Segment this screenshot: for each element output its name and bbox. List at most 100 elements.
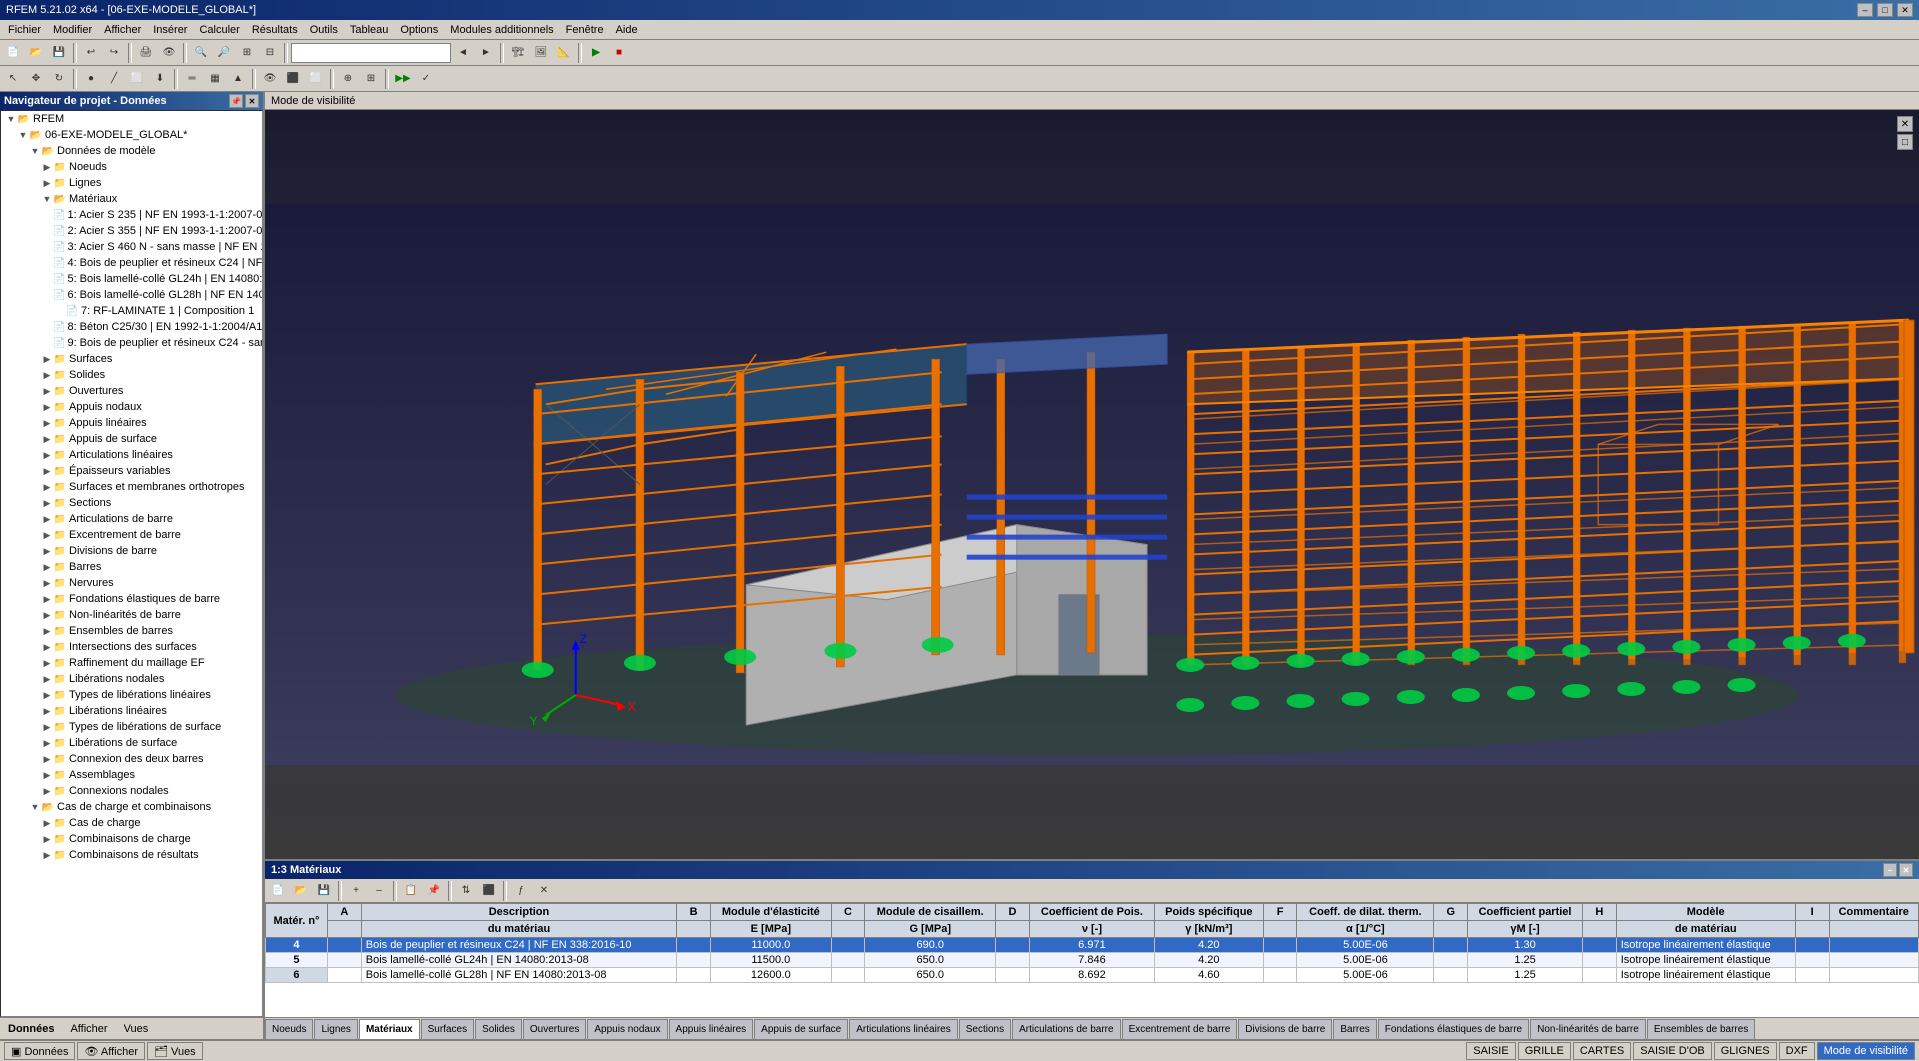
bottom-tab-lignes[interactable]: Lignes [314,1019,357,1039]
status-donnees[interactable]: ▣ Données [4,1042,75,1060]
status-vues[interactable]: 🗂 Vues [147,1042,203,1060]
data-table-wrapper[interactable]: Matér. n° A Description B Module d'élast… [265,903,1919,1017]
status-dxf[interactable]: DXF [1779,1042,1815,1060]
menu-calculer[interactable]: Calculer [193,20,245,40]
tree-node-mat2[interactable]: 📄2: Acier S 355 | NF EN 1993-1-1:2007-05 [1,223,262,239]
bottom-tab-articulations-de-barre[interactable]: Articulations de barre [1012,1019,1121,1039]
tree-node-noeuds[interactable]: ▶📁Noeuds [1,159,262,175]
bottom-tab-sections[interactable]: Sections [959,1019,1011,1039]
tbl-save-btn[interactable]: 💾 [313,880,335,902]
tb-3d-btn[interactable]: 🏗 [507,42,529,64]
status-saisiedob[interactable]: SAISIE D'OB [1633,1042,1711,1060]
tb-render-btn[interactable]: 🖼 [530,42,552,64]
tb2-section-btn[interactable]: ═ [181,68,203,90]
bottom-tab-surfaces[interactable]: Surfaces [421,1019,474,1039]
tb-zoom-all-btn[interactable]: ⊞ [236,42,258,64]
status-mode-visibilite[interactable]: Mode de visibilité [1817,1042,1915,1060]
tb2-grid-btn[interactable]: ⊞ [360,68,382,90]
tree-node-raffinement[interactable]: ▶📁Raffinement du maillage EF [1,655,262,671]
tb-zoom-win-btn[interactable]: ⊟ [259,42,281,64]
tree-node-nervures[interactable]: ▶📁Nervures [1,575,262,591]
tb-undo-btn[interactable]: ↩ [80,42,102,64]
minimize-btn[interactable]: – [1857,3,1873,17]
nav-tab-donnees[interactable]: Données [4,1021,58,1037]
tb-save-btn[interactable]: 💾 [48,42,70,64]
tree-node-barres[interactable]: ▶📁Barres [1,559,262,575]
status-grille[interactable]: GRILLE [1518,1042,1571,1060]
tree-node-mat7[interactable]: 📄7: RF-LAMINATE 1 | Composition 1 [1,303,262,319]
tbl-copy-btn[interactable]: 📋 [400,880,422,902]
tbl-expr-btn[interactable]: ✕ [533,880,555,902]
bottom-tab-excentrement-de-barre[interactable]: Excentrement de barre [1122,1019,1238,1039]
tb2-snap-btn[interactable]: ⊕ [337,68,359,90]
tree-node-mat8[interactable]: 📄8: Béton C25/30 | EN 1992-1-1:2004/A1: [1,319,262,335]
table-close-btn[interactable]: ✕ [1899,863,1913,877]
tbl-paste-btn[interactable]: 📌 [423,880,445,902]
restore-btn[interactable]: □ [1877,3,1893,17]
menu-inserer[interactable]: Insérer [147,20,193,40]
status-glignes[interactable]: GLIGNES [1714,1042,1777,1060]
tb-preview-btn[interactable]: 👁 [158,42,180,64]
status-afficher[interactable]: 👁 Afficher [77,1042,145,1060]
view-expand-btn[interactable]: □ [1897,134,1913,150]
tbl-open-btn[interactable]: 📂 [290,880,312,902]
tree-node-articulations-lin[interactable]: ▶📁Articulations linéaires [1,447,262,463]
view-close-btn[interactable]: ✕ [1897,116,1913,132]
tree-node-project[interactable]: ▼📂06-EXE-MODELE_GLOBAL* [1,127,262,143]
tbl-formula-btn[interactable]: ƒ [510,880,532,902]
menu-modules[interactable]: Modules additionnels [444,20,559,40]
tree-node-connexions-nodales[interactable]: ▶📁Connexions nodales [1,783,262,799]
status-saisie[interactable]: SAISIE [1466,1042,1515,1060]
tb2-filter-btn[interactable]: ⬛ [282,68,304,90]
bottom-tab-ensembles-de-barres[interactable]: Ensembles de barres [1647,1019,1756,1039]
tree-node-lignes[interactable]: ▶📁Lignes [1,175,262,191]
tree-node-liberations-lin[interactable]: ▶📁Libérations linéaires [1,703,262,719]
tree-node-rfem[interactable]: ▼📂RFEM [1,111,262,127]
bottom-tab-non-linéarités-de-barre[interactable]: Non-linéarités de barre [1530,1019,1646,1039]
bottom-tab-barres[interactable]: Barres [1333,1019,1376,1039]
menu-modifier[interactable]: Modifier [47,20,98,40]
tb2-support-btn[interactable]: ▲ [227,68,249,90]
tb2-surf-btn[interactable]: ⬜ [126,68,148,90]
tb2-select-btn[interactable]: ↖ [2,68,24,90]
tbl-del-btn[interactable]: – [368,880,390,902]
load-combo-input[interactable]: CC1 : Gk, sup [291,43,451,63]
table-row[interactable]: 5 Bois lamellé-collé GL24h | EN 14080:20… [266,953,1919,968]
tb2-calc-btn[interactable]: ▶▶ [392,68,414,90]
bottom-tab-appuis-nodaux[interactable]: Appuis nodaux [587,1019,667,1039]
tree-node-ensembles-barres[interactable]: ▶📁Ensembles de barres [1,623,262,639]
tree-node-mat6[interactable]: 📄6: Bois lamellé-collé GL28h | NF EN 140 [1,287,262,303]
tree-node-mat3[interactable]: 📄3: Acier S 460 N - sans masse | NF EN 1… [1,239,262,255]
menu-resultats[interactable]: Résultats [246,20,304,40]
viewport-3d[interactable]: Z X Y [265,110,1919,859]
nav-pin-btn[interactable]: 📌 [229,94,243,108]
tree-node-solides[interactable]: ▶📁Solides [1,367,262,383]
tb2-rotate-btn[interactable]: ↻ [48,68,70,90]
table-row[interactable]: 4 Bois de peuplier et résineux C24 | NF … [266,938,1919,953]
table-row[interactable]: 6 Bois lamellé-collé GL28h | NF EN 14080… [266,968,1919,983]
bottom-tab-fondations-élastiques-de-barre[interactable]: Fondations élastiques de barre [1378,1019,1529,1039]
tree-node-types-lib-lin[interactable]: ▶📁Types de libérations linéaires [1,687,262,703]
tree-node-appuis-lin[interactable]: ▶📁Appuis linéaires [1,415,262,431]
bottom-tab-matériaux[interactable]: Matériaux [359,1019,420,1039]
tbl-add-btn[interactable]: + [345,880,367,902]
menu-aide[interactable]: Aide [610,20,644,40]
tb2-move-btn[interactable]: ✥ [25,68,47,90]
bottom-tab-ouvertures[interactable]: Ouvertures [523,1019,586,1039]
tree-node-intersections[interactable]: ▶📁Intersections des surfaces [1,639,262,655]
nav-tab-vues[interactable]: Vues [120,1021,153,1037]
tree-node-cas-charge[interactable]: ▼📂Cas de charge et combinaisons [1,799,262,815]
menu-tableau[interactable]: Tableau [344,20,395,40]
tb2-load-btn[interactable]: ⬇ [149,68,171,90]
tree-node-surfaces[interactable]: ▶📁Surfaces [1,351,262,367]
tbl-new-btn[interactable]: 📄 [267,880,289,902]
tree-node-cas-charge-sub[interactable]: ▶📁Cas de charge [1,815,262,831]
tree-node-mat5[interactable]: 📄5: Bois lamellé-collé GL24h | EN 14080:… [1,271,262,287]
tree-node-surfaces-membranes[interactable]: ▶📁Surfaces et membranes orthotropes [1,479,262,495]
tree-node-excentrement-barre[interactable]: ▶📁Excentrement de barre [1,527,262,543]
tb-zoom-in-btn[interactable]: 🔍 [190,42,212,64]
tree-node-connexion-barres[interactable]: ▶📁Connexion des deux barres [1,751,262,767]
tree-node-donnees[interactable]: ▼📂Données de modèle [1,143,262,159]
bottom-tab-solides[interactable]: Solides [475,1019,522,1039]
tree-node-assemblages[interactable]: ▶📁Assemblages [1,767,262,783]
